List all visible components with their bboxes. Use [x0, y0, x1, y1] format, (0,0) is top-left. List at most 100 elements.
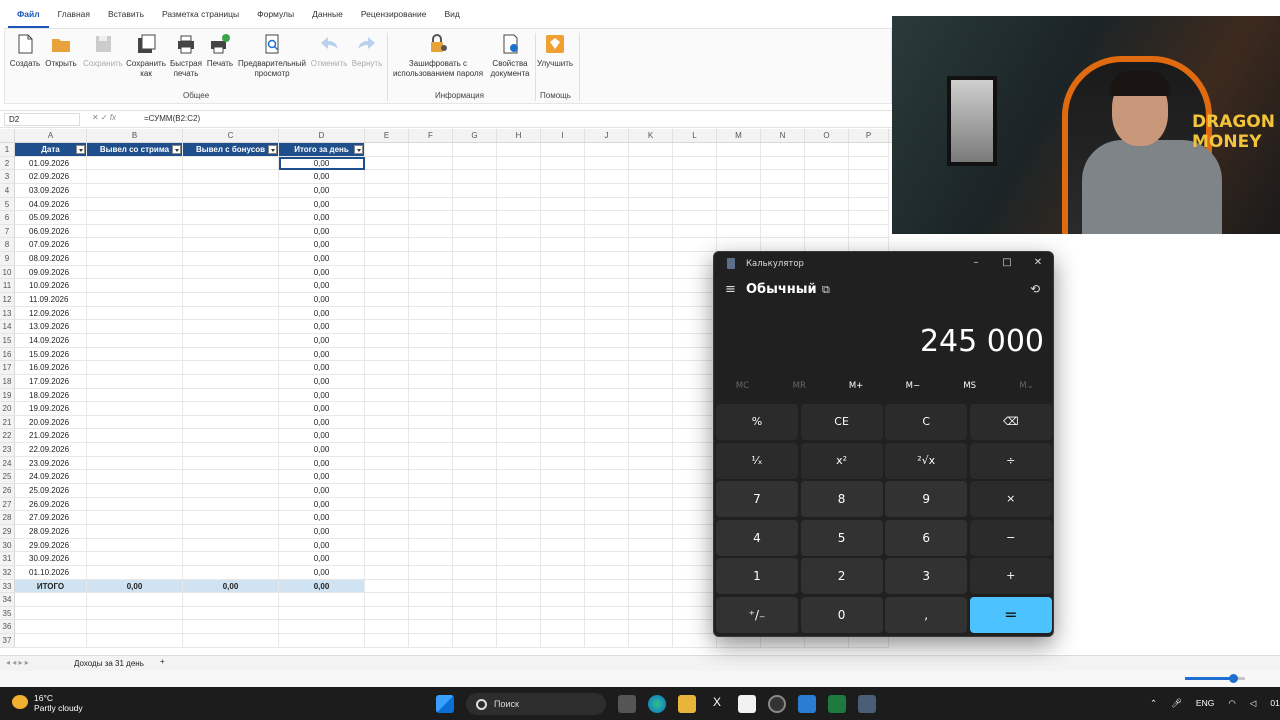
cell[interactable]: [673, 320, 717, 334]
cell[interactable]: [409, 252, 453, 266]
cell[interactable]: [629, 197, 673, 212]
cell[interactable]: [497, 620, 541, 635]
day-total-cell[interactable]: 0,00: [279, 238, 365, 253]
cell[interactable]: [365, 211, 409, 225]
row-number[interactable]: 16: [0, 347, 15, 362]
calculator-key[interactable]: ⌫: [969, 404, 1052, 440]
cell[interactable]: [629, 347, 673, 362]
date-cell[interactable]: 28.09.2026: [15, 524, 87, 539]
row-number[interactable]: 10: [0, 265, 15, 280]
cell[interactable]: [409, 484, 453, 498]
cell[interactable]: [365, 143, 409, 157]
cell[interactable]: [629, 238, 673, 253]
day-total-cell[interactable]: 0,00: [279, 402, 365, 416]
cell[interactable]: [365, 197, 409, 212]
cell[interactable]: [673, 293, 717, 307]
doc-properties-button[interactable]: Свойства документа: [487, 33, 533, 78]
row-number[interactable]: 11: [0, 279, 15, 294]
day-total-cell[interactable]: 0,00: [279, 415, 365, 430]
cell[interactable]: [673, 443, 717, 457]
cell[interactable]: [183, 374, 279, 389]
day-total-cell[interactable]: 0,00: [279, 361, 365, 375]
cell[interactable]: [365, 265, 409, 280]
memory-button[interactable]: MS: [945, 381, 995, 401]
cell[interactable]: [365, 156, 409, 171]
maximize-button[interactable]: □: [997, 255, 1017, 271]
cell[interactable]: [87, 497, 183, 512]
volume-icon[interactable]: ◁: [1250, 698, 1257, 709]
cell[interactable]: [497, 347, 541, 362]
cell[interactable]: [585, 470, 629, 485]
calculator-key[interactable]: x²: [800, 442, 883, 479]
cell[interactable]: [365, 224, 409, 239]
cell[interactable]: [87, 402, 183, 416]
cell[interactable]: [585, 347, 629, 362]
date-cell[interactable]: 13.09.2026: [15, 320, 87, 334]
cell[interactable]: [541, 320, 585, 334]
cell[interactable]: [585, 429, 629, 444]
cell[interactable]: [629, 265, 673, 280]
date-cell[interactable]: 11.09.2026: [15, 293, 87, 307]
column-header[interactable]: F: [409, 129, 453, 142]
cell[interactable]: [183, 293, 279, 307]
ribbon-tab[interactable]: Вставить: [99, 0, 153, 28]
cell[interactable]: [183, 429, 279, 444]
create-button[interactable]: Создать: [9, 33, 41, 69]
cell[interactable]: [541, 170, 585, 184]
column-header[interactable]: L: [673, 129, 717, 142]
row-number[interactable]: 33: [0, 579, 15, 594]
cell[interactable]: [629, 538, 673, 553]
day-total-cell[interactable]: 0,00: [279, 224, 365, 239]
cell[interactable]: [497, 306, 541, 321]
row-number[interactable]: 5: [0, 197, 15, 212]
calculator-key[interactable]: 4: [716, 519, 798, 556]
cell[interactable]: [497, 156, 541, 171]
memory-button[interactable]: MC: [717, 381, 767, 401]
cell[interactable]: [365, 238, 409, 253]
cell[interactable]: [453, 484, 497, 498]
date-cell[interactable]: 16.09.2026: [15, 361, 87, 375]
cell[interactable]: [87, 265, 183, 280]
row-number[interactable]: 34: [0, 593, 15, 607]
row-number[interactable]: 29: [0, 524, 15, 539]
cell[interactable]: [409, 293, 453, 307]
cell[interactable]: [629, 634, 673, 648]
cell[interactable]: [453, 293, 497, 307]
cell[interactable]: [541, 402, 585, 416]
column-header[interactable]: D: [279, 129, 365, 142]
cell[interactable]: [629, 429, 673, 444]
day-total-cell[interactable]: 0,00: [279, 265, 365, 280]
cell[interactable]: [673, 497, 717, 512]
microphone-icon[interactable]: 🎤︎: [1171, 698, 1182, 709]
cell[interactable]: [409, 634, 453, 648]
cell[interactable]: [717, 156, 761, 171]
cell[interactable]: [453, 524, 497, 539]
cell[interactable]: [409, 388, 453, 403]
cell[interactable]: [87, 606, 183, 621]
cell[interactable]: [453, 565, 497, 580]
cell[interactable]: [629, 484, 673, 498]
cell[interactable]: [497, 211, 541, 225]
cell[interactable]: [497, 634, 541, 648]
cell[interactable]: [541, 293, 585, 307]
cell[interactable]: [761, 197, 805, 212]
cell[interactable]: [629, 143, 673, 157]
calculator-key[interactable]: 6: [885, 519, 968, 556]
column-header[interactable]: H: [497, 129, 541, 142]
cell[interactable]: [629, 415, 673, 430]
cell[interactable]: [409, 306, 453, 321]
add-sheet-button[interactable]: +: [160, 657, 165, 666]
cell[interactable]: [87, 306, 183, 321]
memory-button[interactable]: M+: [831, 381, 881, 401]
cell[interactable]: [585, 197, 629, 212]
cell[interactable]: [629, 565, 673, 580]
cell[interactable]: [453, 511, 497, 525]
clock[interactable]: 01.09: [1270, 698, 1280, 709]
cell[interactable]: [183, 593, 279, 607]
row-number[interactable]: 17: [0, 361, 15, 375]
cell[interactable]: [497, 238, 541, 253]
cell[interactable]: [409, 238, 453, 253]
cell[interactable]: [453, 620, 497, 635]
cell[interactable]: [541, 306, 585, 321]
cell[interactable]: [673, 402, 717, 416]
